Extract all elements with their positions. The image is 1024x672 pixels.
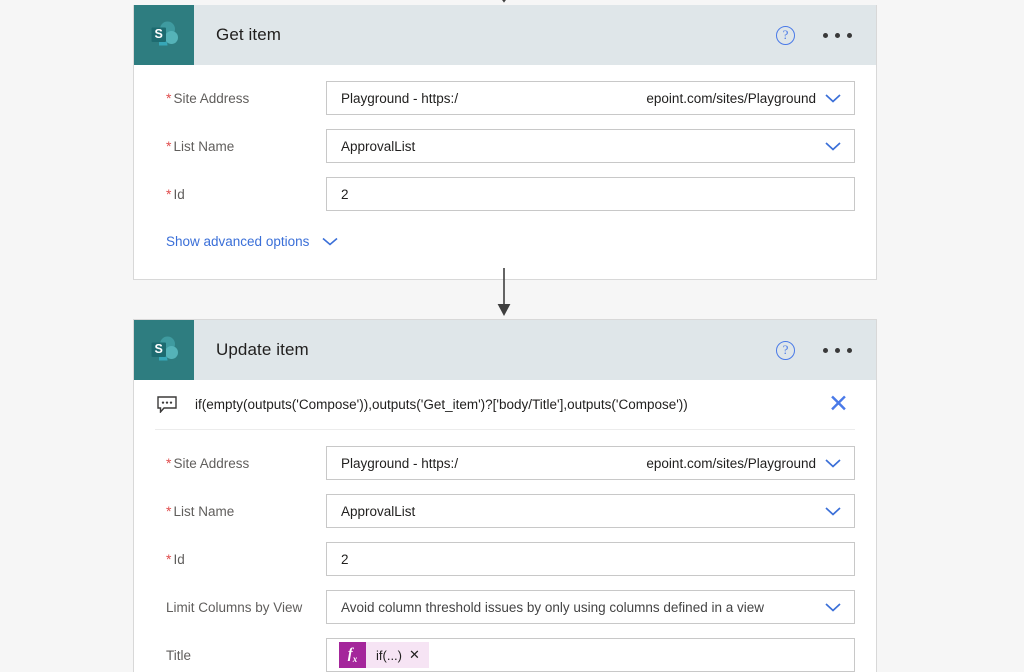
card-body-get-item: * Site Address Playground - https:/ epoin… [134,65,876,279]
site-address-value-suffix: epoint.com/sites/Playground [646,90,816,106]
title-input[interactable]: fx if(...) ✕ [326,638,855,672]
field-row-list-name: * List Name ApprovalList [155,488,855,534]
help-icon[interactable]: ? [776,340,795,360]
site-address-dropdown[interactable]: Playground - https:/ epoint.com/sites/Pl… [326,81,855,115]
list-name-value: ApprovalList [341,138,416,154]
id-input[interactable]: 2 [326,177,855,211]
required-asterisk: * [166,551,172,567]
field-label-site-address: * Site Address [166,455,250,471]
field-label-id: * Id [166,551,185,567]
card-body-update-item: if(empty(outputs('Compose')),outputs('Ge… [134,380,876,672]
list-name-dropdown[interactable]: ApprovalList [326,129,855,163]
show-advanced-options-row[interactable]: Show advanced options [155,217,855,265]
site-address-value: Playground - https:/ [341,455,459,471]
list-name-dropdown[interactable]: ApprovalList [326,494,855,528]
svg-text:S: S [155,27,163,41]
limit-columns-by-view-dropdown[interactable]: Avoid column threshold issues by only us… [326,590,855,624]
chevron-down-icon[interactable] [823,601,843,613]
expression-token-label: if(...) [376,647,402,663]
field-label-limit-columns-by-view: Limit Columns by View [166,599,303,615]
sharepoint-icon: S [134,5,194,65]
list-name-value: ApprovalList [341,503,416,519]
site-address-dropdown[interactable]: Playground - https:/ epoint.com/sites/Pl… [326,446,855,480]
required-asterisk: * [166,90,172,106]
chevron-down-icon[interactable] [823,140,843,152]
action-card-update-item[interactable]: S Update item ? if(empty(outputs('Compos… [133,319,877,672]
chevron-down-icon[interactable] [823,92,843,104]
field-row-site-address: * Site Address Playground - https:/ epoin… [155,440,855,486]
show-advanced-options-link[interactable]: Show advanced options [166,234,309,249]
remove-token-icon[interactable]: ✕ [409,647,429,663]
id-value: 2 [341,551,349,567]
card-title: Get item [216,25,282,44]
field-row-site-address: * Site Address Playground - https:/ epoin… [155,75,855,121]
card-header-actions: ? [776,340,876,360]
chevron-down-icon[interactable] [823,505,843,517]
field-label-title: Title [166,647,192,663]
fx-icon: fx [339,642,366,668]
card-header-update-item[interactable]: S Update item ? [134,320,876,380]
flow-designer-canvas: S Get item ? * Site Address Playground - … [0,0,1024,672]
action-card-get-item[interactable]: S Get item ? * Site Address Playground - … [133,5,877,280]
more-options-icon[interactable] [821,27,854,44]
card-header-get-item[interactable]: S Get item ? [134,5,876,65]
required-asterisk: * [166,455,172,471]
site-address-value: Playground - https:/ [341,90,459,106]
field-row-id: * Id 2 [155,171,855,217]
help-icon[interactable]: ? [776,25,795,45]
connector-arrow-middle [497,268,511,320]
expression-token[interactable]: fx if(...) ✕ [339,642,429,668]
expression-bar[interactable]: if(empty(outputs('Compose')),outputs('Ge… [155,380,855,430]
field-label-list-name: * List Name [166,503,235,519]
field-label-site-address: * Site Address [166,90,250,106]
close-icon[interactable]: ✕ [822,392,855,417]
sharepoint-icon: S [134,320,194,380]
card-title: Update item [216,340,309,359]
expression-text: if(empty(outputs('Compose')),outputs('Ge… [195,397,688,412]
field-label-id: * Id [166,186,185,202]
svg-text:S: S [155,342,163,356]
site-address-value-suffix: epoint.com/sites/Playground [646,455,816,471]
field-row-id: * Id 2 [155,536,855,582]
field-row-limit-columns-by-view: Limit Columns by View Avoid column thres… [155,584,855,630]
more-options-icon[interactable] [821,342,854,359]
chevron-down-icon[interactable] [823,457,843,469]
comment-bubble-icon [157,396,185,413]
field-row-list-name: * List Name ApprovalList [155,123,855,169]
card-header-actions: ? [776,25,876,45]
required-asterisk: * [166,138,172,154]
field-label-list-name: * List Name [166,138,235,154]
required-asterisk: * [166,186,172,202]
id-value: 2 [341,186,349,202]
limit-columns-by-view-value: Avoid column threshold issues by only us… [341,599,764,615]
field-row-title: Title fx if(...) ✕ [155,632,855,672]
required-asterisk: * [166,503,172,519]
chevron-down-icon[interactable] [321,236,339,247]
id-input[interactable]: 2 [326,542,855,576]
